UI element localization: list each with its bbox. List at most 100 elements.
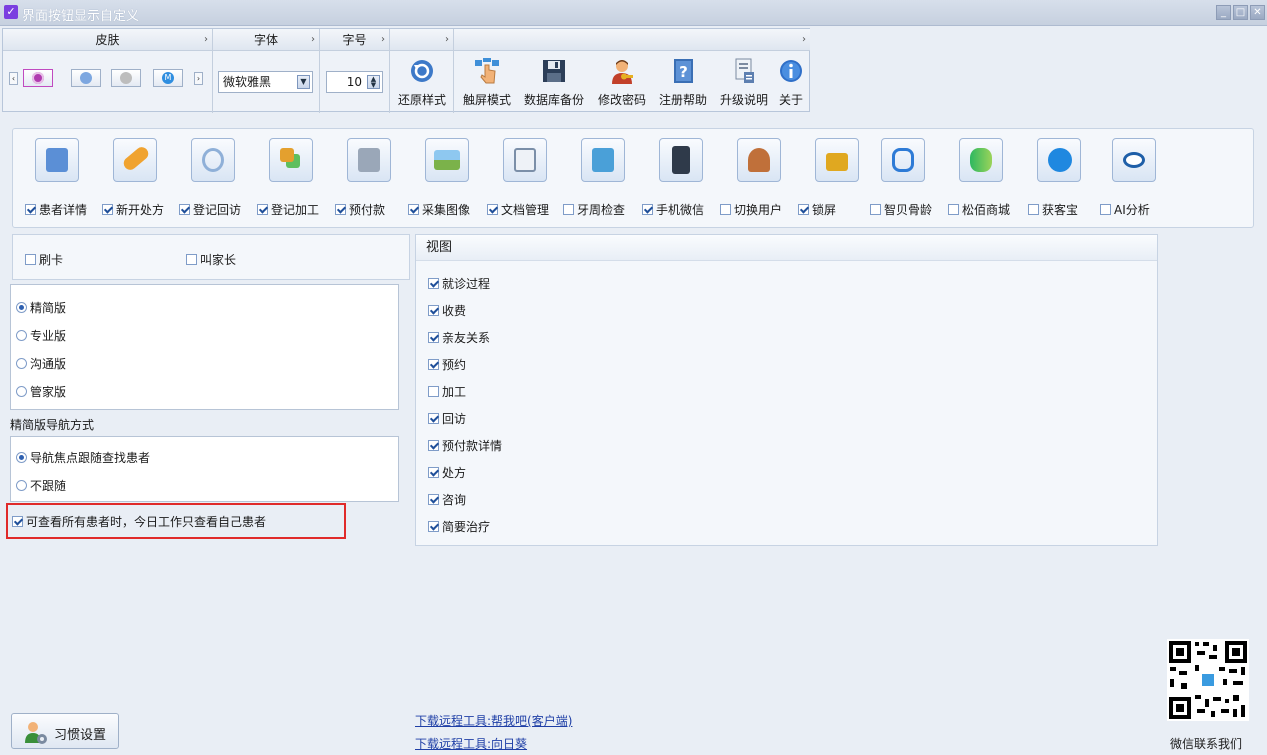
skin-expand-icon[interactable]: ›: [204, 29, 208, 51]
view-check-followup[interactable]: 回访: [428, 410, 466, 427]
option-swipe-card[interactable]: 刷卡: [25, 251, 63, 268]
edition-radio-group: 精简版 专业版 沟通版 管家版: [10, 284, 399, 410]
about-button[interactable]: 关于: [774, 53, 808, 108]
habit-settings-button[interactable]: 习惯设置: [11, 713, 119, 749]
fontsize-expand-icon[interactable]: ›: [381, 29, 385, 51]
skin-blue-button[interactable]: [71, 69, 101, 87]
patient-card-icon[interactable]: [35, 138, 79, 182]
module-check-patient-detail[interactable]: 患者详情: [25, 201, 87, 218]
nav-radio-no-follow[interactable]: 不跟随: [16, 477, 66, 494]
module-check-switch-user[interactable]: 切换用户: [720, 201, 782, 218]
chevron-down-icon[interactable]: ▼: [297, 75, 310, 89]
view-check-charge[interactable]: 收费: [428, 302, 466, 319]
nav-radio-follow[interactable]: 导航焦点跟随查找患者: [16, 449, 150, 466]
document-icon: [730, 57, 758, 85]
module-label: 智贝骨龄: [884, 203, 933, 217]
minimize-button[interactable]: _: [1216, 5, 1231, 20]
module-check-new-prescription[interactable]: 新开处方: [102, 201, 164, 218]
module-check-mall[interactable]: 松佰商城: [948, 201, 1010, 218]
module-check-mobile-wechat[interactable]: 手机微信: [642, 201, 704, 218]
module-check-periodontal[interactable]: 牙周检查: [563, 201, 625, 218]
module-check-ai-analysis[interactable]: AI分析: [1100, 201, 1150, 218]
wechat-qr-code: [1167, 639, 1249, 721]
edition-radio-butler[interactable]: 管家版: [16, 383, 66, 400]
view-check-relatives[interactable]: 亲友关系: [428, 329, 490, 346]
calculator-icon[interactable]: [347, 138, 391, 182]
bone-age-icon[interactable]: [881, 138, 925, 182]
maximize-button[interactable]: □: [1233, 5, 1248, 20]
view-check-consultation[interactable]: 咨询: [428, 491, 466, 508]
spin-icon[interactable]: ▲ ▼: [367, 75, 380, 89]
edition-radio-communication[interactable]: 沟通版: [16, 355, 66, 372]
tooth-clipboard-icon[interactable]: [581, 138, 625, 182]
option-call-parent[interactable]: 叫家长: [186, 251, 236, 268]
view-check-prepay-detail[interactable]: 预付款详情: [428, 437, 502, 454]
touch-mode-label: 触屏模式: [462, 93, 511, 107]
font-select-value: 微软雅黑: [223, 75, 272, 89]
module-check-processing[interactable]: 登记加工: [257, 201, 319, 218]
download-link-sunflower[interactable]: 下载远程工具:向日葵: [415, 735, 527, 752]
fontsize-value: 10: [346, 75, 362, 89]
tools-expand-icon[interactable]: ›: [802, 29, 806, 51]
lock-icon[interactable]: [815, 138, 859, 182]
fontsize-stepper[interactable]: 10 ▲ ▼: [326, 71, 383, 93]
restore-expand-icon[interactable]: ›: [445, 29, 449, 51]
view-check-processing[interactable]: 加工: [428, 383, 466, 400]
restore-icon: [408, 57, 436, 85]
about-label: 关于: [778, 93, 803, 107]
font-select[interactable]: 微软雅黑 ▼: [218, 71, 313, 93]
skin-next-button[interactable]: ›: [194, 72, 203, 85]
view-check-visit-process[interactable]: 就诊过程: [428, 275, 490, 292]
skin-gray-button[interactable]: [111, 69, 141, 87]
edition-radio-pro[interactable]: 专业版: [16, 327, 66, 344]
module-check-bone-age[interactable]: 智贝骨龄: [870, 201, 932, 218]
module-check-acquire[interactable]: 获客宝: [1028, 201, 1078, 218]
close-button[interactable]: ✕: [1250, 5, 1265, 20]
module-check-document-mgmt[interactable]: 文档管理: [487, 201, 549, 218]
restore-group: › 还原样式: [390, 29, 454, 113]
db-backup-button[interactable]: 数据库备份: [519, 53, 589, 108]
skin-prev-button[interactable]: ‹: [9, 72, 18, 85]
view-check-appointment[interactable]: 预约: [428, 356, 466, 373]
upgrade-notes-label: 升级说明: [719, 93, 768, 107]
skin-gray-icon: [120, 72, 132, 84]
upgrade-notes-button[interactable]: 升级说明: [714, 53, 774, 108]
font-expand-icon[interactable]: ›: [311, 29, 315, 51]
skin-blue-m-button[interactable]: M: [153, 69, 183, 87]
skin-purple-button[interactable]: [23, 69, 53, 87]
view-check-prescription[interactable]: 处方: [428, 464, 466, 481]
pill-icon[interactable]: [113, 138, 157, 182]
fontsize-group-header: 字号: [342, 33, 367, 47]
module-check-capture-image[interactable]: 采集图像: [408, 201, 470, 218]
module-check-prepay[interactable]: 预付款: [335, 201, 385, 218]
module-check-followup[interactable]: 登记回访: [179, 201, 241, 218]
module-label: 获客宝: [1042, 203, 1079, 217]
eye-icon[interactable]: [1112, 138, 1156, 182]
module-toolbar-panel: 患者详情 新开处方 登记回访 登记加工 预付款 采集图像 文档管理 牙周检查 手…: [12, 128, 1254, 228]
change-password-button[interactable]: 修改密码: [591, 53, 653, 108]
refresh-icon[interactable]: [191, 138, 235, 182]
today-work-own-patients-checkbox[interactable]: 可查看所有患者时，今日工作只查看自己患者: [12, 513, 266, 530]
edition-radio-simple[interactable]: 精简版: [16, 299, 66, 316]
module-label: 新开处方: [116, 203, 165, 217]
mall-logo-icon[interactable]: [959, 138, 1003, 182]
register-help-button[interactable]: ? 注册帮助: [654, 53, 712, 108]
view-check-brief-treatment[interactable]: 简要治疗: [428, 518, 490, 535]
phone-icon[interactable]: [659, 138, 703, 182]
restore-style-button[interactable]: 还原样式: [393, 53, 451, 108]
image-icon[interactable]: [425, 138, 469, 182]
module-label: 文档管理: [501, 203, 550, 217]
touch-mode-button[interactable]: 触屏模式: [457, 53, 517, 108]
svg-text:?: ?: [679, 63, 688, 81]
acquire-icon[interactable]: [1037, 138, 1081, 182]
font-group: 字体 › 微软雅黑 ▼: [213, 29, 320, 113]
document-user-icon[interactable]: [503, 138, 547, 182]
download-link-bangwoba[interactable]: 下载远程工具:帮我吧(客户端): [415, 712, 572, 729]
module-check-lock-screen[interactable]: 锁屏: [798, 201, 836, 218]
restore-style-label: 还原样式: [397, 93, 446, 107]
info-icon: [777, 57, 805, 85]
help-book-icon: ?: [669, 57, 697, 85]
users-icon[interactable]: [737, 138, 781, 182]
tools-group: › 触屏模式 数据库备份 修改密码 ? 注册帮助 升级说明 关于: [454, 29, 810, 113]
cubes-icon[interactable]: [269, 138, 313, 182]
